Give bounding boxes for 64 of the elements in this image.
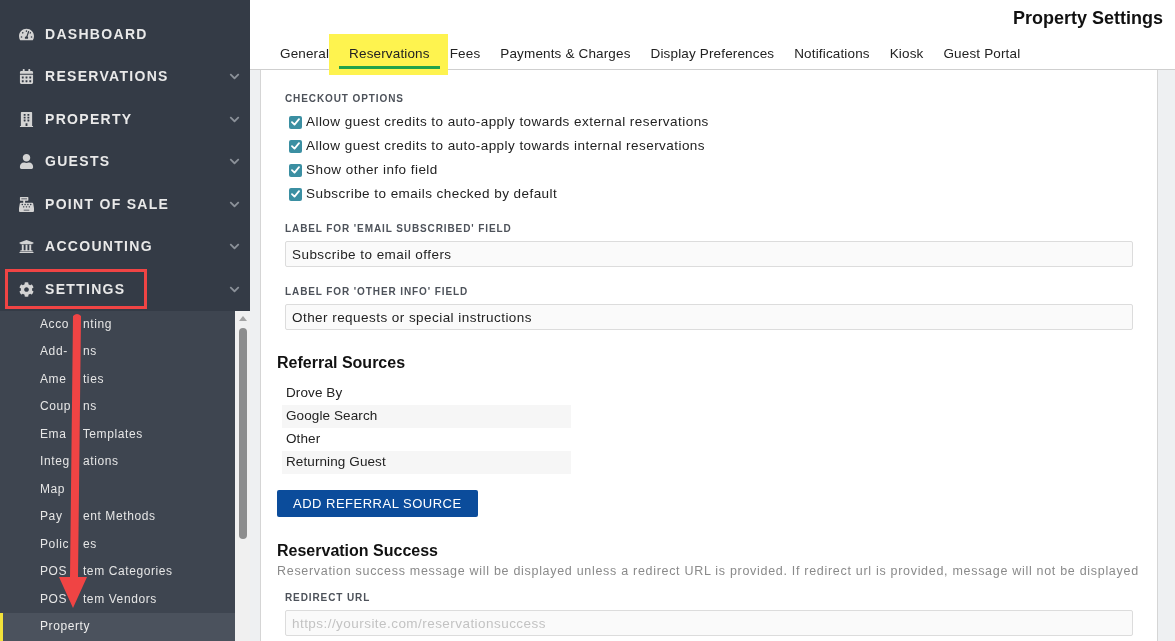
- nav-item[interactable]: GUESTS: [0, 140, 250, 183]
- description-text: Reservation success message will be displayed unless a redirect URL is provided. If redirect url is provided, message will not be displayed: [277, 563, 1140, 579]
- checkbox[interactable]: [289, 187, 302, 201]
- nav-item[interactable]: POINT OF SALE: [0, 183, 250, 226]
- nav-item[interactable]: DASHBOARD: [0, 13, 250, 56]
- nav-item[interactable]: PROPERTY: [0, 98, 250, 141]
- submenu-item[interactable]: Polic es: [0, 530, 235, 558]
- submenu-item[interactable]: Ame ties: [0, 365, 235, 393]
- submenu-item[interactable]: Pay ent Methods: [0, 503, 235, 531]
- submenu-item[interactable]: Property: [0, 613, 235, 641]
- submenu-item[interactable]: Ema Templates: [0, 420, 235, 448]
- tab[interactable]: General: [270, 37, 340, 69]
- text-field[interactable]: Other requests or special instructions: [285, 304, 1133, 330]
- scroll-up-icon[interactable]: [238, 315, 247, 321]
- section-heading: Referral Sources: [277, 353, 407, 373]
- cash-register-icon: [19, 196, 34, 212]
- checkbox-label: Subscribe to emails checked by default: [306, 184, 558, 203]
- field-label: REDIRECT URL: [285, 591, 372, 605]
- tab[interactable]: Payments & Charges: [490, 37, 641, 69]
- checkbox[interactable]: [289, 163, 302, 177]
- field-label: LABEL FOR 'OTHER INFO' FIELD: [285, 285, 470, 299]
- calendar-icon: [19, 69, 34, 85]
- checkmark-icon: [291, 190, 300, 198]
- section-label: CHECKOUT OPTIONS: [285, 92, 405, 106]
- person-icon: [19, 154, 34, 170]
- checkmark-icon: [291, 142, 300, 150]
- nav-item[interactable]: RESERVATIONS: [0, 55, 250, 98]
- submenu-item[interactable]: Add- ns: [0, 338, 235, 366]
- checkbox[interactable]: [289, 115, 302, 129]
- tab[interactable]: Guest Portal: [933, 37, 1031, 69]
- gauge-icon: [19, 26, 34, 42]
- submenu-item[interactable]: Coup ns: [0, 393, 235, 421]
- bank-icon: [19, 239, 34, 255]
- checkbox[interactable]: [289, 139, 302, 153]
- scrollbar[interactable]: [235, 310, 250, 641]
- list-item: Google Search: [282, 405, 571, 428]
- tab[interactable]: Reservations: [339, 37, 440, 69]
- checkbox-label: Allow guest credits to auto-apply towards external reservations: [306, 112, 709, 131]
- submenu-item[interactable]: Map: [0, 475, 235, 503]
- submenu-item[interactable]: POS tem Vendors: [0, 585, 235, 613]
- submenu-item[interactable]: Acco nting: [0, 310, 235, 338]
- settings-icon: [19, 281, 34, 297]
- checkmark-icon: [291, 166, 300, 174]
- list-item: Other: [285, 430, 322, 449]
- submenu-item[interactable]: Integ ations: [0, 448, 235, 476]
- page-title: Property Settings: [1012, 7, 1163, 30]
- text-field[interactable]: Subscribe to email offers: [285, 241, 1133, 267]
- nav-item[interactable]: ACCOUNTING: [0, 225, 250, 268]
- section-heading: Reservation Success: [277, 541, 439, 561]
- checkbox-label: Allow guest credits to auto-apply towards internal reservations: [306, 136, 706, 155]
- tab[interactable]: Notifications: [784, 37, 880, 69]
- scrollbar-thumb[interactable]: [238, 327, 247, 539]
- list-item: Returning Guest: [282, 451, 571, 474]
- field-label: LABEL FOR 'EMAIL SUBSCRIBED' FIELD: [285, 222, 513, 236]
- tab[interactable]: Kiosk: [879, 37, 934, 69]
- submenu-item[interactable]: POS tem Categories: [0, 558, 235, 586]
- add-button[interactable]: ADD REFERRAL SOURCE: [277, 490, 478, 517]
- tab[interactable]: Fees: [439, 37, 491, 69]
- tab[interactable]: Display Preferences: [640, 37, 785, 69]
- building-icon: [19, 111, 34, 127]
- checkmark-icon: [291, 118, 300, 126]
- nav-item[interactable]: SETTINGS: [0, 268, 250, 311]
- checkbox-label: Show other info field: [306, 160, 438, 179]
- list-item: Drove By: [285, 384, 344, 403]
